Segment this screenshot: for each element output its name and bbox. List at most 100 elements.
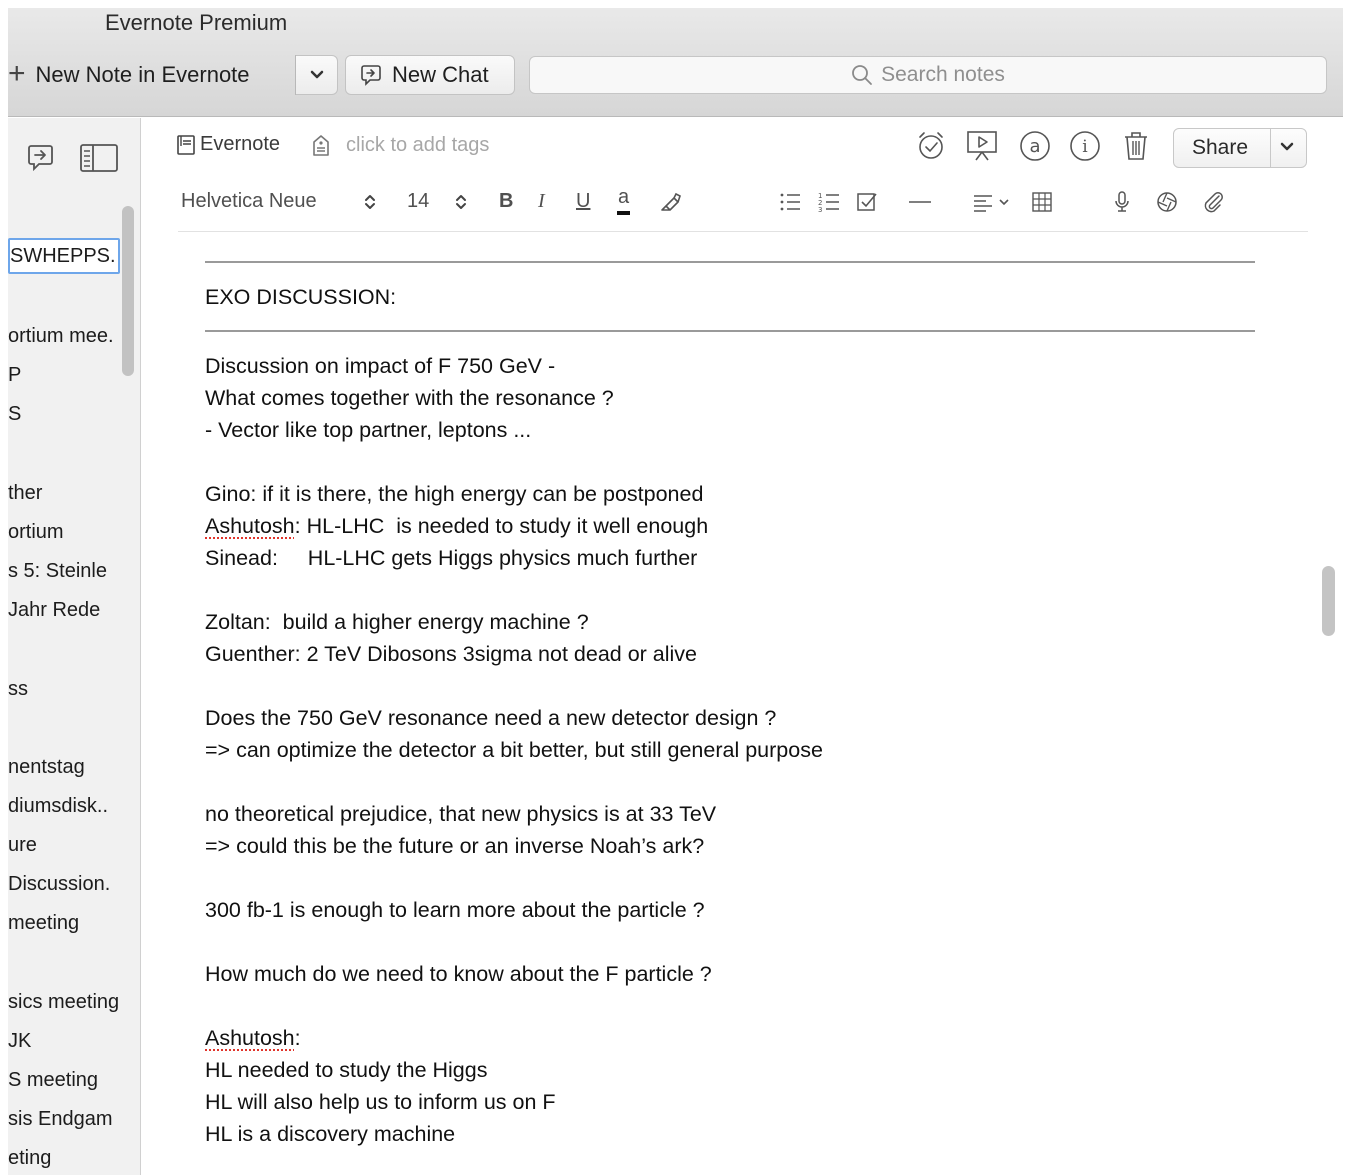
note-list-item[interactable]: ther (8, 480, 120, 506)
note-list-item[interactable]: ortium (8, 519, 120, 545)
svg-text:i: i (1082, 137, 1088, 157)
bold-button[interactable]: B (499, 190, 513, 213)
note-editor: Evernote click to add tags a i Share Hel… (142, 118, 1343, 1175)
note-list-item[interactable]: ure (8, 832, 120, 858)
note-list-item[interactable]: diumsdisk.. (8, 793, 120, 819)
misspelled-word: Ashutosh (205, 1026, 295, 1050)
chat-icon (361, 65, 381, 86)
note-blank-line (205, 862, 1255, 894)
sidebar-header (8, 118, 140, 194)
note-list-item[interactable]: meeting (8, 910, 120, 936)
notebook-name: Evernote (200, 133, 281, 155)
note-blank-line (205, 446, 1255, 478)
note-blank-line (205, 670, 1255, 702)
sidebar-scrollbar[interactable] (122, 206, 134, 376)
share-label: Share (1192, 136, 1249, 159)
note-line: Does the 750 GeV resonance need a new de… (205, 706, 777, 730)
share-button[interactable]: Share (1173, 128, 1307, 168)
note-line: => could this be the future or an invers… (205, 834, 705, 858)
chevron-down-icon (310, 70, 323, 79)
note-list-sidebar: SWHEPPS. ortium mee. P S ther ortium s 5… (8, 118, 141, 1175)
note-line: Discussion on impact of F 750 GeV - (205, 354, 556, 378)
notebook-selector[interactable]: Evernote (177, 133, 280, 156)
note-heading: EXO DISCUSSION: (205, 285, 397, 309)
presentation-icon[interactable] (966, 130, 998, 162)
search-input[interactable]: Search notes (529, 56, 1327, 94)
updown-chevron-icon[interactable] (356, 188, 384, 216)
tag-icon (313, 134, 329, 156)
note-list-item[interactable]: S (8, 401, 120, 427)
svg-text:a: a (1029, 136, 1040, 157)
note-line-spellcheck: Ashutosh: HL-LHC is needed to study it w… (205, 514, 709, 538)
chevron-down-icon[interactable] (1278, 138, 1296, 161)
table-icon[interactable] (1028, 188, 1056, 216)
note-line: Guenther: 2 TeV Dibosons 3sigma not dead… (205, 642, 698, 666)
note-line: HL will also help us to inform us on F (205, 1090, 556, 1114)
misspelled-word: Ashutosh (205, 514, 295, 538)
note-blank-line (205, 990, 1255, 1022)
note-list-item[interactable]: Jahr Rede (8, 597, 120, 623)
svg-text:3: 3 (818, 206, 822, 213)
note-body[interactable]: EXO DISCUSSION: Discussion on impact of … (205, 244, 1255, 1150)
horizontal-rule-icon[interactable] (906, 188, 934, 216)
note-meta-bar: Evernote click to add tags a i Share (142, 118, 1343, 174)
underline-button[interactable]: U (576, 190, 590, 213)
workchat-at-icon[interactable]: a (1019, 130, 1051, 162)
tags-field[interactable]: click to add tags (312, 134, 489, 157)
share-separator (1270, 129, 1271, 167)
note-list-item[interactable]: S meeting (8, 1067, 120, 1093)
note-list-item[interactable]: JK (8, 1028, 120, 1054)
reminder-alarm-icon[interactable] (915, 130, 947, 162)
alignment-dropdown-icon[interactable] (972, 188, 1016, 216)
text-color-button[interactable]: a (617, 186, 631, 215)
tags-placeholder: click to add tags (346, 134, 490, 156)
note-list-item[interactable]: Discussion. (8, 871, 120, 897)
note-list-item[interactable]: ortium mee. (8, 323, 120, 349)
font-size-select[interactable]: 14 (407, 190, 429, 213)
format-toolbar: Helvetica Neue 14 B I U a 123 (178, 176, 1308, 232)
new-chat-button[interactable]: New Chat (345, 55, 515, 95)
italic-button[interactable]: I (538, 190, 545, 213)
window-title: Evernote Premium (105, 10, 288, 35)
note-line: 300 fb-1 is enough to learn more about t… (205, 898, 705, 922)
checkbox-icon[interactable] (854, 188, 882, 216)
camera-shutter-icon[interactable] (1153, 188, 1181, 216)
note-list-item[interactable]: eting (8, 1145, 120, 1171)
note-line-spellcheck: Ashutosh: (205, 1026, 301, 1050)
note-line: => can optimize the detector a bit bette… (205, 738, 823, 762)
bulleted-list-icon[interactable] (776, 188, 804, 216)
editor-scrollbar[interactable] (1322, 566, 1335, 636)
note-line: Gino: if it is there, the high energy ca… (205, 482, 704, 506)
note-list-item[interactable]: sics meeting (8, 989, 120, 1015)
note-list-item[interactable]: s 5: Steinle (8, 558, 120, 584)
toggle-list-view-icon[interactable] (80, 144, 118, 177)
note-line: HL is a discovery machine (205, 1122, 456, 1146)
trash-icon[interactable] (1120, 130, 1152, 162)
numbered-list-icon[interactable]: 123 (815, 188, 843, 216)
new-note-dropdown-button[interactable] (296, 55, 338, 95)
chat-share-icon[interactable] (26, 142, 56, 179)
note-blank-line (205, 766, 1255, 798)
note-line: HL needed to study the Higgs (205, 1058, 488, 1082)
notebook-icon (177, 134, 195, 155)
note-line: Zoltan: build a higher energy machine ? (205, 610, 589, 634)
paperclip-icon[interactable] (1199, 188, 1227, 216)
font-family-select[interactable]: Helvetica Neue (181, 190, 317, 213)
horizontal-rule (205, 330, 1255, 332)
info-icon[interactable]: i (1069, 130, 1101, 162)
new-note-label: New Note in Evernote (35, 62, 250, 87)
note-list-item[interactable]: nentstag (8, 754, 120, 780)
note-list-item[interactable]: sis Endgam (8, 1106, 120, 1132)
plus-icon: + (8, 56, 26, 90)
highlighter-icon[interactable] (656, 188, 684, 216)
note-line: What comes together with the resonance ? (205, 386, 614, 410)
new-note-button[interactable]: + New Note in Evernote (8, 55, 296, 95)
note-list-item-selected[interactable]: SWHEPPS. (8, 238, 120, 274)
microphone-icon[interactable] (1108, 188, 1136, 216)
note-blank-line (205, 926, 1255, 958)
note-list-item[interactable]: ss (8, 676, 120, 702)
title-toolbar: Evernote Premium + New Note in Evernote … (8, 8, 1343, 117)
updown-chevron-icon[interactable] (447, 188, 475, 216)
new-chat-label: New Chat (392, 62, 489, 87)
note-list-item[interactable]: P (8, 362, 120, 388)
